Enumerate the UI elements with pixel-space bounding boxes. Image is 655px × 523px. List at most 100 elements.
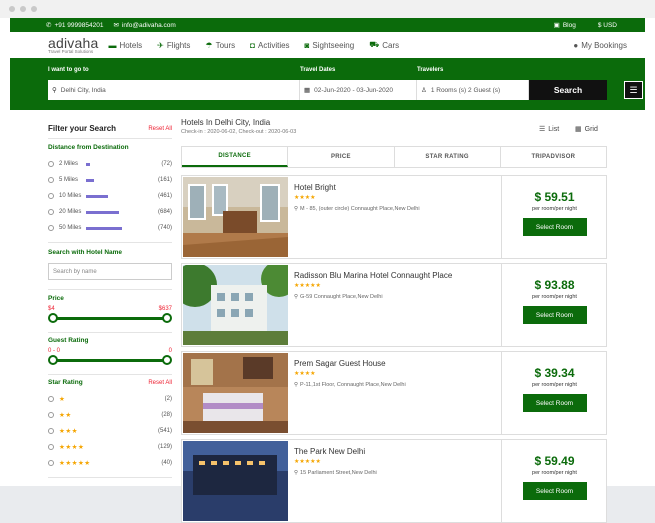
filter-toggle-button[interactable]: ☰ — [624, 81, 643, 99]
hotel-card[interactable]: Radisson Blu Marina Hotel Connaught Plac… — [181, 263, 607, 347]
radio-button[interactable] — [48, 428, 54, 434]
distance-count-bar — [86, 178, 94, 182]
guest-min-handle[interactable] — [48, 355, 58, 365]
travelers-value: 1 Rooms (s) 2 Guest (s) — [430, 86, 501, 94]
nav-flights[interactable]: ✈ Flights — [157, 41, 190, 50]
radio-button[interactable] — [48, 444, 54, 450]
distance-title: Distance from Destination — [48, 144, 129, 151]
star-option[interactable]: ★★ (28) — [48, 410, 172, 420]
sort-tab-distance[interactable]: DISTANCE — [182, 147, 289, 167]
radio-button[interactable] — [48, 193, 54, 199]
hotel-name[interactable]: Prem Sagar Guest House — [294, 359, 406, 368]
travelers-input[interactable]: ♙ 1 Rooms (s) 2 Guest (s) — [417, 80, 529, 100]
distance-label: 20 Miles — [59, 209, 82, 215]
site-logo[interactable]: adivaha Travel Portal Solutions — [48, 36, 98, 55]
guest-min: 0 - 0 — [48, 348, 61, 354]
distance-option[interactable]: 20 Miles (684) — [48, 207, 172, 217]
price-range-slider[interactable]: $4 $637 — [48, 306, 172, 323]
user-icon: ● — [573, 40, 579, 50]
hotel-photo[interactable] — [183, 353, 288, 433]
radio-button[interactable] — [48, 209, 54, 215]
star-option[interactable]: ★ (2) — [48, 394, 172, 404]
currency-selector[interactable]: $ USD — [598, 21, 617, 29]
hotel-name[interactable]: Hotel Bright — [294, 183, 420, 192]
nav-hotels[interactable]: ▬ Hotels — [108, 41, 142, 50]
destination-input[interactable]: ⚲ Delhi City, India — [48, 80, 300, 100]
distance-option[interactable]: 5 Miles (161) — [48, 175, 172, 185]
per-night-label: per room/per night — [532, 470, 577, 476]
filter-title: Filter your Search — [48, 124, 117, 133]
price-min-handle[interactable] — [48, 313, 58, 323]
star-reset-link[interactable]: Reset All — [148, 380, 172, 386]
distance-count: (161) — [157, 177, 172, 183]
star-count: (129) — [157, 444, 172, 450]
bed-icon: ▬ — [108, 40, 117, 50]
guest-slider-track[interactable] — [52, 359, 168, 362]
nav-label: Tours — [215, 40, 236, 50]
radio-button[interactable] — [48, 412, 54, 418]
guest-max-handle[interactable] — [162, 355, 172, 365]
hotel-stars: ★★★★★ — [294, 459, 321, 465]
star-icons: ★ — [59, 396, 66, 403]
list-icon: ☰ — [539, 126, 546, 133]
phone-contact[interactable]: ✆ +91 9999854201 — [46, 21, 104, 30]
radio-button[interactable] — [48, 161, 54, 167]
phone-number: +91 9999854201 — [54, 21, 104, 29]
travel-dates-input[interactable]: ▦ 02-Jun-2020 - 03-Jun-2020 — [300, 80, 417, 100]
distance-option[interactable]: 2 Miles (72) — [48, 159, 172, 169]
radio-button[interactable] — [48, 177, 54, 183]
hotel-card[interactable]: Hotel Bright ★★★★ ⚲ M - 85, (outer circle… — [181, 175, 607, 259]
hotel-card[interactable]: Prem Sagar Guest House ★★★★ ⚲ P-11,1st Fl… — [181, 351, 607, 435]
star-option[interactable]: ★★★★★ (40) — [48, 458, 172, 468]
blog-link[interactable]: ▣ Blog — [554, 21, 576, 30]
star-option[interactable]: ★★★ (541) — [48, 426, 172, 436]
plane-icon: ✈ — [157, 40, 164, 50]
sort-tab-star-rating[interactable]: STAR RATING — [395, 147, 501, 167]
hotel-stars: ★★★★ — [294, 195, 316, 201]
sort-tab-tripadvisor[interactable]: TRIPADVISOR — [501, 147, 606, 167]
per-night-label: per room/per night — [532, 294, 577, 300]
distance-option[interactable]: 50 Miles (740) — [48, 223, 172, 233]
radio-button[interactable] — [48, 460, 54, 466]
hotel-photo[interactable] — [183, 441, 288, 521]
envelope-icon: ✉ — [113, 22, 119, 29]
email-address: info@adivaha.com — [121, 21, 176, 29]
price-max-handle[interactable] — [162, 313, 172, 323]
email-contact[interactable]: ✉ info@adivaha.com — [113, 21, 176, 30]
radio-button[interactable] — [48, 225, 54, 231]
nav-tours[interactable]: ☂ Tours — [205, 41, 235, 50]
hotel-address: M - 85, (outer circle) Connaught Place,N… — [300, 206, 420, 212]
list-view-toggle[interactable]: ☰ List — [539, 125, 559, 134]
select-room-button[interactable]: Select Room — [522, 394, 587, 412]
select-room-button[interactable]: Select Room — [522, 482, 587, 500]
hotel-name[interactable]: Radisson Blu Marina Hotel Connaught Plac… — [294, 271, 452, 280]
select-room-button[interactable]: Select Room — [522, 306, 587, 324]
umbrella-icon: ☂ — [205, 40, 213, 50]
hotel-card[interactable]: The Park New Delhi ★★★★★ ⚲ 15 Parliament … — [181, 439, 607, 523]
grid-view-toggle[interactable]: ▦ Grid — [575, 125, 598, 134]
price-slider-track[interactable] — [52, 317, 168, 320]
distance-label: 50 Miles — [59, 225, 82, 231]
sort-tab-price[interactable]: PRICE — [288, 147, 395, 167]
search-button[interactable]: Search — [529, 80, 607, 100]
select-room-button[interactable]: Select Room — [522, 218, 587, 236]
nav-cars[interactable]: ⛟ Cars — [369, 40, 399, 50]
hotel-photo[interactable] — [183, 177, 288, 257]
hotel-name[interactable]: The Park New Delhi — [294, 447, 377, 456]
binoculars-icon: ◘ — [250, 40, 255, 50]
hotel-photo[interactable] — [183, 265, 288, 345]
radio-button[interactable] — [48, 396, 54, 402]
star-icons: ★★ — [59, 412, 72, 419]
nav-activities[interactable]: ◘ Activities — [250, 41, 289, 50]
guest-rating-slider[interactable]: 0 - 0 0 — [48, 348, 172, 365]
star-option[interactable]: ★★★★ (129) — [48, 442, 172, 452]
reset-all-link[interactable]: Reset All — [148, 126, 172, 132]
travel-dates-value: 02-Jun-2020 - 03-Jun-2020 — [314, 86, 393, 94]
distance-option[interactable]: 10 Miles (461) — [48, 191, 172, 201]
nav-my-bookings[interactable]: ● My Bookings — [573, 41, 627, 50]
nav-sightseeing[interactable]: ◙ Sightseeing — [305, 41, 355, 50]
hotel-name-search-input[interactable]: Search by name — [48, 263, 172, 280]
map-pin-icon: ⚲ — [294, 206, 299, 212]
hotel-stars: ★★★★ — [294, 371, 316, 377]
star-icons: ★★★★★ — [59, 460, 91, 467]
